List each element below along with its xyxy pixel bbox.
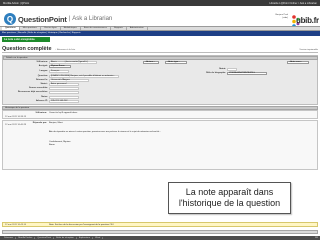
tab-base-connaissances[interactable]: Base de connaissances xyxy=(81,27,111,30)
right-field-role: Rôle du biographe: L'DEXA 4850738578423 … xyxy=(199,72,267,76)
print-link[interactable]: Version imprimable xyxy=(299,49,318,52)
field-value xyxy=(227,68,237,72)
field-label: Statut: xyxy=(219,68,226,71)
taskbar-item[interactable]: Explorateur xyxy=(77,236,94,240)
tab-chat[interactable]: Chat en ligne xyxy=(41,27,61,30)
field-label: Ressources déjà consultées: xyxy=(17,91,48,94)
field-value xyxy=(49,87,79,91)
field-label: Source consultée: xyxy=(29,87,48,90)
assign-select[interactable]: - Autre sans - xyxy=(287,61,309,65)
tab-administration[interactable]: Administration xyxy=(127,27,148,30)
questionpoint-logo[interactable]: Q QuestionPoint | Ask a Librarian xyxy=(4,13,112,25)
field-label: Démarré le: xyxy=(35,79,48,82)
field-langue: Langue: Français xyxy=(5,69,69,73)
field-value: Alexis ——— (alexis.martin@gmail.fr) xyxy=(49,61,97,65)
history-text: Ouvert tel qu'Il apparaît dans: xyxy=(49,112,78,114)
annotation-callout: La note apparaît dans l'historique de la… xyxy=(168,182,291,214)
field-ressources: Ressources déjà consultées: xyxy=(5,91,79,95)
history-date: 12 mai 2011 10:39:13 xyxy=(5,116,26,118)
taskbar-language[interactable]: FR xyxy=(313,237,320,240)
taskbar-item[interactable]: Mozilla Firefox xyxy=(16,236,36,240)
user-box: Bonjour Paul (aide) xyxy=(262,14,288,19)
partner-logo-text: ubib.fr xyxy=(296,16,319,25)
field-label: Statut : xyxy=(40,83,48,86)
format-select[interactable]: - Autre type - xyxy=(165,61,187,65)
right-field-statut: Statut: xyxy=(199,68,237,72)
tab-mes-questions[interactable]: Mes questions xyxy=(20,27,41,30)
tab-questions[interactable]: Questions xyxy=(2,27,20,30)
taskbar-item[interactable]: QuestionPoint xyxy=(35,236,55,240)
history-label: Utilisateur: xyxy=(35,112,47,114)
taskbar-start-button[interactable]: Démarrer xyxy=(2,236,17,240)
field-utilisateur: Utilisateur: Alexis ——— (alexis.martin@g… xyxy=(5,61,97,65)
field-demarre: Démarré le: Université d'Angers xyxy=(5,79,89,83)
field-value: 195.221.145.202 xyxy=(49,100,79,104)
field-notes: Notes: xyxy=(5,95,79,99)
window-right-text: Librairie LQPoint Online > Ask a Librari… xyxy=(269,1,317,5)
sub-nav[interactable]: Mes questions | Nouvelle | Boîte de réce… xyxy=(0,31,320,36)
field-label: Utilisateur: xyxy=(36,61,48,64)
field-statut: Statut : Autre personnel xyxy=(5,83,79,87)
window-title: Mozilla Admin | QPoint xyxy=(3,1,30,5)
field-label: Rôle du biographe: xyxy=(206,72,226,75)
field-label: Adresse IP: xyxy=(35,100,48,103)
field-ip: Adresse IP: 195.221.145.202 xyxy=(5,100,79,104)
taskbar-item[interactable]: Word xyxy=(93,236,104,240)
history-text: Afin de répondre au mieux à votre questi… xyxy=(49,131,161,133)
callout-line1: La note apparaît dans xyxy=(185,187,274,197)
brand-subtitle: Ask a Librarian xyxy=(72,16,113,22)
page-title: Question complète xyxy=(2,46,52,52)
brand-name: QuestionPoint xyxy=(18,14,67,24)
history-entry: 12 mai 2011 10:40:28 Répondu par: Bonjou… xyxy=(2,120,318,170)
field-source: Source consultée: xyxy=(5,87,79,91)
field-label: Question: xyxy=(37,75,48,78)
field-label: Assigné: xyxy=(38,65,48,68)
field-assigne: Assigné: Myriam Baron xyxy=(5,65,71,69)
brand-subtitle-sep: | xyxy=(68,16,71,22)
history-note-entry: 12 mai 2011 10:43:14 Note: Fait lors de … xyxy=(2,222,318,227)
field-label: Langue: xyxy=(39,69,48,72)
field-question: Question: [FRANCOPHONIE] Bonjour, est-il… xyxy=(5,75,119,79)
assignee-select[interactable]: Myriam Baron xyxy=(49,65,71,69)
history-section-title: Historique de la question xyxy=(5,106,30,109)
question-detail-panel: Détails sur la question Utilisateur: Ale… xyxy=(2,55,318,105)
field-value xyxy=(49,91,79,95)
detail-section-header: Détails sur la question xyxy=(3,56,318,60)
history-text: Note: Fait lors de la discussion par l'e… xyxy=(49,224,114,226)
history-entry: 12 mai 2011 10:39:13 Utilisateur: Ouvert… xyxy=(2,110,318,119)
taskbar-item[interactable]: Boîte de réception xyxy=(54,236,77,240)
callout-line2: l'historique de la question xyxy=(178,198,281,208)
detail-section-title: Détails sur la question xyxy=(6,56,28,59)
field-label: Notes: xyxy=(41,95,48,98)
role-select[interactable]: L'DEXA 4850738578423 ▾ xyxy=(227,72,267,76)
tab-rapports[interactable]: Rapports xyxy=(111,27,127,30)
history-text: Bonjour, Merci xyxy=(49,122,63,124)
taskbar: Démarrer Mozilla Firefox QuestionPoint B… xyxy=(0,236,320,240)
header-logo-row: Q QuestionPoint | Ask a Librarian Bonjou… xyxy=(0,6,320,28)
page-header: Question complète ‹ Retourner à la liste… xyxy=(2,45,318,53)
field-value xyxy=(49,95,79,99)
help-link[interactable]: (aide) xyxy=(262,17,288,20)
history-label: Répondu par: xyxy=(32,122,47,124)
history-text: Cordialement, Myriam Baron xyxy=(49,141,71,146)
actions-select[interactable]: - Actions - xyxy=(143,61,159,65)
sub-nav-links[interactable]: Mes questions | Nouvelle | Boîte de réce… xyxy=(2,32,81,35)
bottom-action-bar xyxy=(2,230,318,234)
success-notice: La note a été enregistrée. xyxy=(2,37,50,42)
field-value: [FRANCOPHONIE] Bonjour, est-il possible … xyxy=(49,75,119,79)
notice-text: La note a été enregistrée. xyxy=(4,38,36,41)
return-link[interactable]: ‹ Retourner à la liste xyxy=(56,49,76,52)
field-value: Université d'Angers xyxy=(49,79,89,83)
question-history: 12 mai 2011 10:39:13 Utilisateur: Ouvert… xyxy=(2,110,318,236)
history-date: 12 mai 2011 10:43:14 xyxy=(5,224,26,226)
field-value: Français xyxy=(49,69,69,73)
actions-row: - Actions - - Autre type - - Autre sans … xyxy=(143,61,309,65)
questionpoint-badge-icon: Q xyxy=(4,13,16,25)
tab-bibliotheques[interactable]: Bibliothèques xyxy=(61,27,81,30)
field-value: Autre personnel xyxy=(49,83,79,87)
